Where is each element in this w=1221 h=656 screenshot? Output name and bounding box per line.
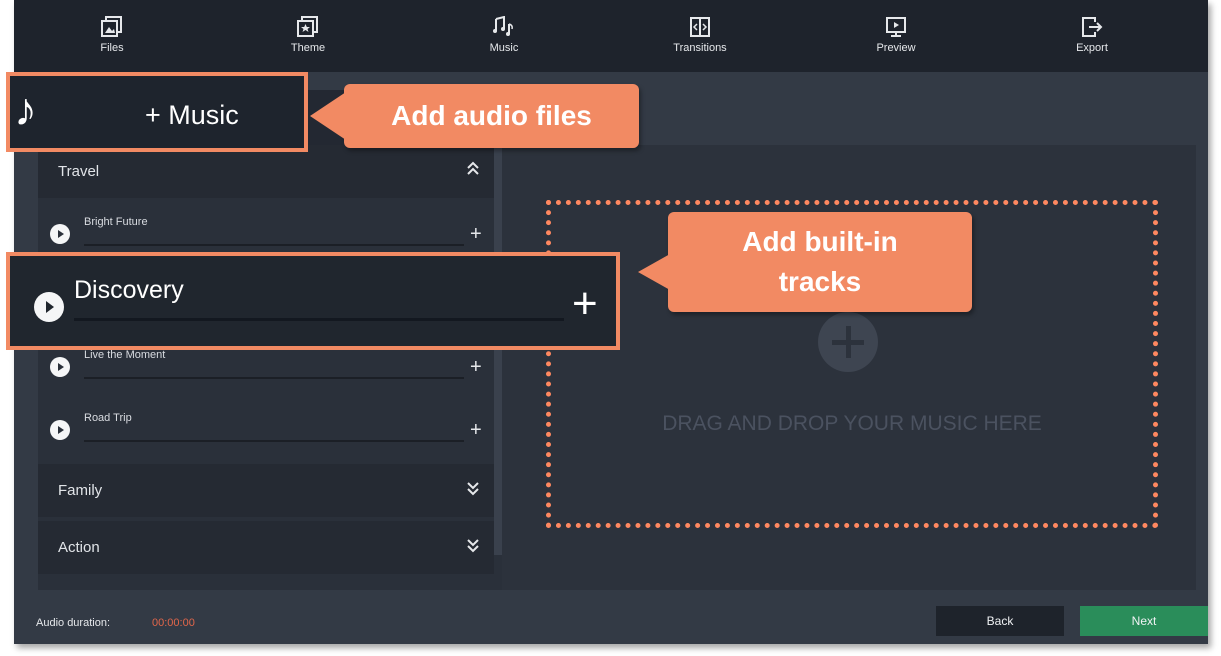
add-music-icon[interactable] — [818, 312, 878, 372]
toolbar-label: Export — [1076, 42, 1108, 54]
track-name: Live the Moment — [84, 349, 166, 361]
add-track-icon[interactable]: + — [470, 224, 482, 244]
chevron-down-icon — [467, 539, 479, 553]
toolbar-preview-button[interactable]: Preview — [798, 0, 994, 72]
drop-hint-text: DRAG AND DROP YOUR MUSIC HERE — [662, 412, 1042, 435]
track-name: Bright Future — [84, 216, 148, 228]
toolbar-label: Music — [489, 42, 519, 54]
callout-add-audio-files: Add audio files — [310, 84, 639, 148]
toolbar-label: Transitions — [673, 42, 727, 54]
add-track-icon[interactable]: + — [470, 357, 482, 377]
section-travel[interactable]: Travel — [38, 145, 494, 198]
audio-duration-value: 00:00:00 — [152, 617, 195, 629]
music-note-icon: ♪ — [14, 83, 37, 135]
track-item[interactable]: Road Trip + — [38, 398, 494, 456]
add-track-icon[interactable]: + — [572, 282, 598, 326]
add-track-icon[interactable]: + — [470, 420, 482, 440]
files-icon — [101, 16, 122, 37]
play-icon[interactable] — [34, 292, 64, 322]
next-button[interactable]: Next — [1080, 606, 1208, 636]
callout-line: tracks — [778, 266, 862, 297]
section-action[interactable]: Action — [38, 521, 494, 574]
back-button[interactable]: Back — [936, 606, 1064, 636]
section-title: Family — [58, 482, 103, 499]
callout-add-builtin-tracks: Add built-in tracks — [638, 212, 972, 312]
add-music-button[interactable]: ♪ + Music — [6, 72, 308, 152]
track-progress — [84, 244, 464, 246]
track-name: Road Trip — [84, 412, 132, 424]
toolbar-theme-button[interactable]: Theme — [210, 0, 406, 72]
toolbar-label: Theme — [290, 42, 326, 54]
theme-icon — [297, 16, 318, 37]
toolbar-music-button[interactable]: Music — [406, 0, 602, 72]
toolbar-files-button[interactable]: Files — [14, 0, 210, 72]
callout-line: Add built-in — [742, 226, 898, 257]
main-toolbar: Files Theme Music Transitions Preview Ex… — [14, 0, 1208, 72]
track-progress — [84, 377, 464, 379]
play-icon[interactable] — [50, 224, 70, 244]
audio-duration-label: Audio duration: — [36, 617, 110, 629]
transitions-icon — [690, 17, 710, 37]
library-scrollbar[interactable] — [494, 145, 502, 555]
chevron-up-icon — [467, 161, 479, 175]
toolbar-label: Preview — [876, 42, 916, 54]
track-item-discovery[interactable]: Discovery + — [6, 252, 620, 350]
track-progress — [84, 440, 464, 442]
track-progress — [74, 318, 564, 321]
section-title: Travel — [58, 163, 100, 180]
export-icon — [1082, 17, 1103, 37]
play-icon[interactable] — [50, 357, 70, 377]
toolbar-label: Files — [100, 42, 124, 54]
preview-icon — [886, 17, 906, 37]
toolbar-transitions-button[interactable]: Transitions — [602, 0, 798, 72]
section-family[interactable]: Family — [38, 464, 494, 517]
add-music-label: + Music — [145, 100, 239, 130]
track-name: Discovery — [74, 276, 184, 304]
chevron-down-icon — [467, 482, 479, 496]
toolbar-export-button[interactable]: Export — [994, 0, 1190, 72]
play-icon[interactable] — [50, 420, 70, 440]
section-title: Action — [58, 539, 100, 556]
music-icon — [493, 16, 513, 36]
